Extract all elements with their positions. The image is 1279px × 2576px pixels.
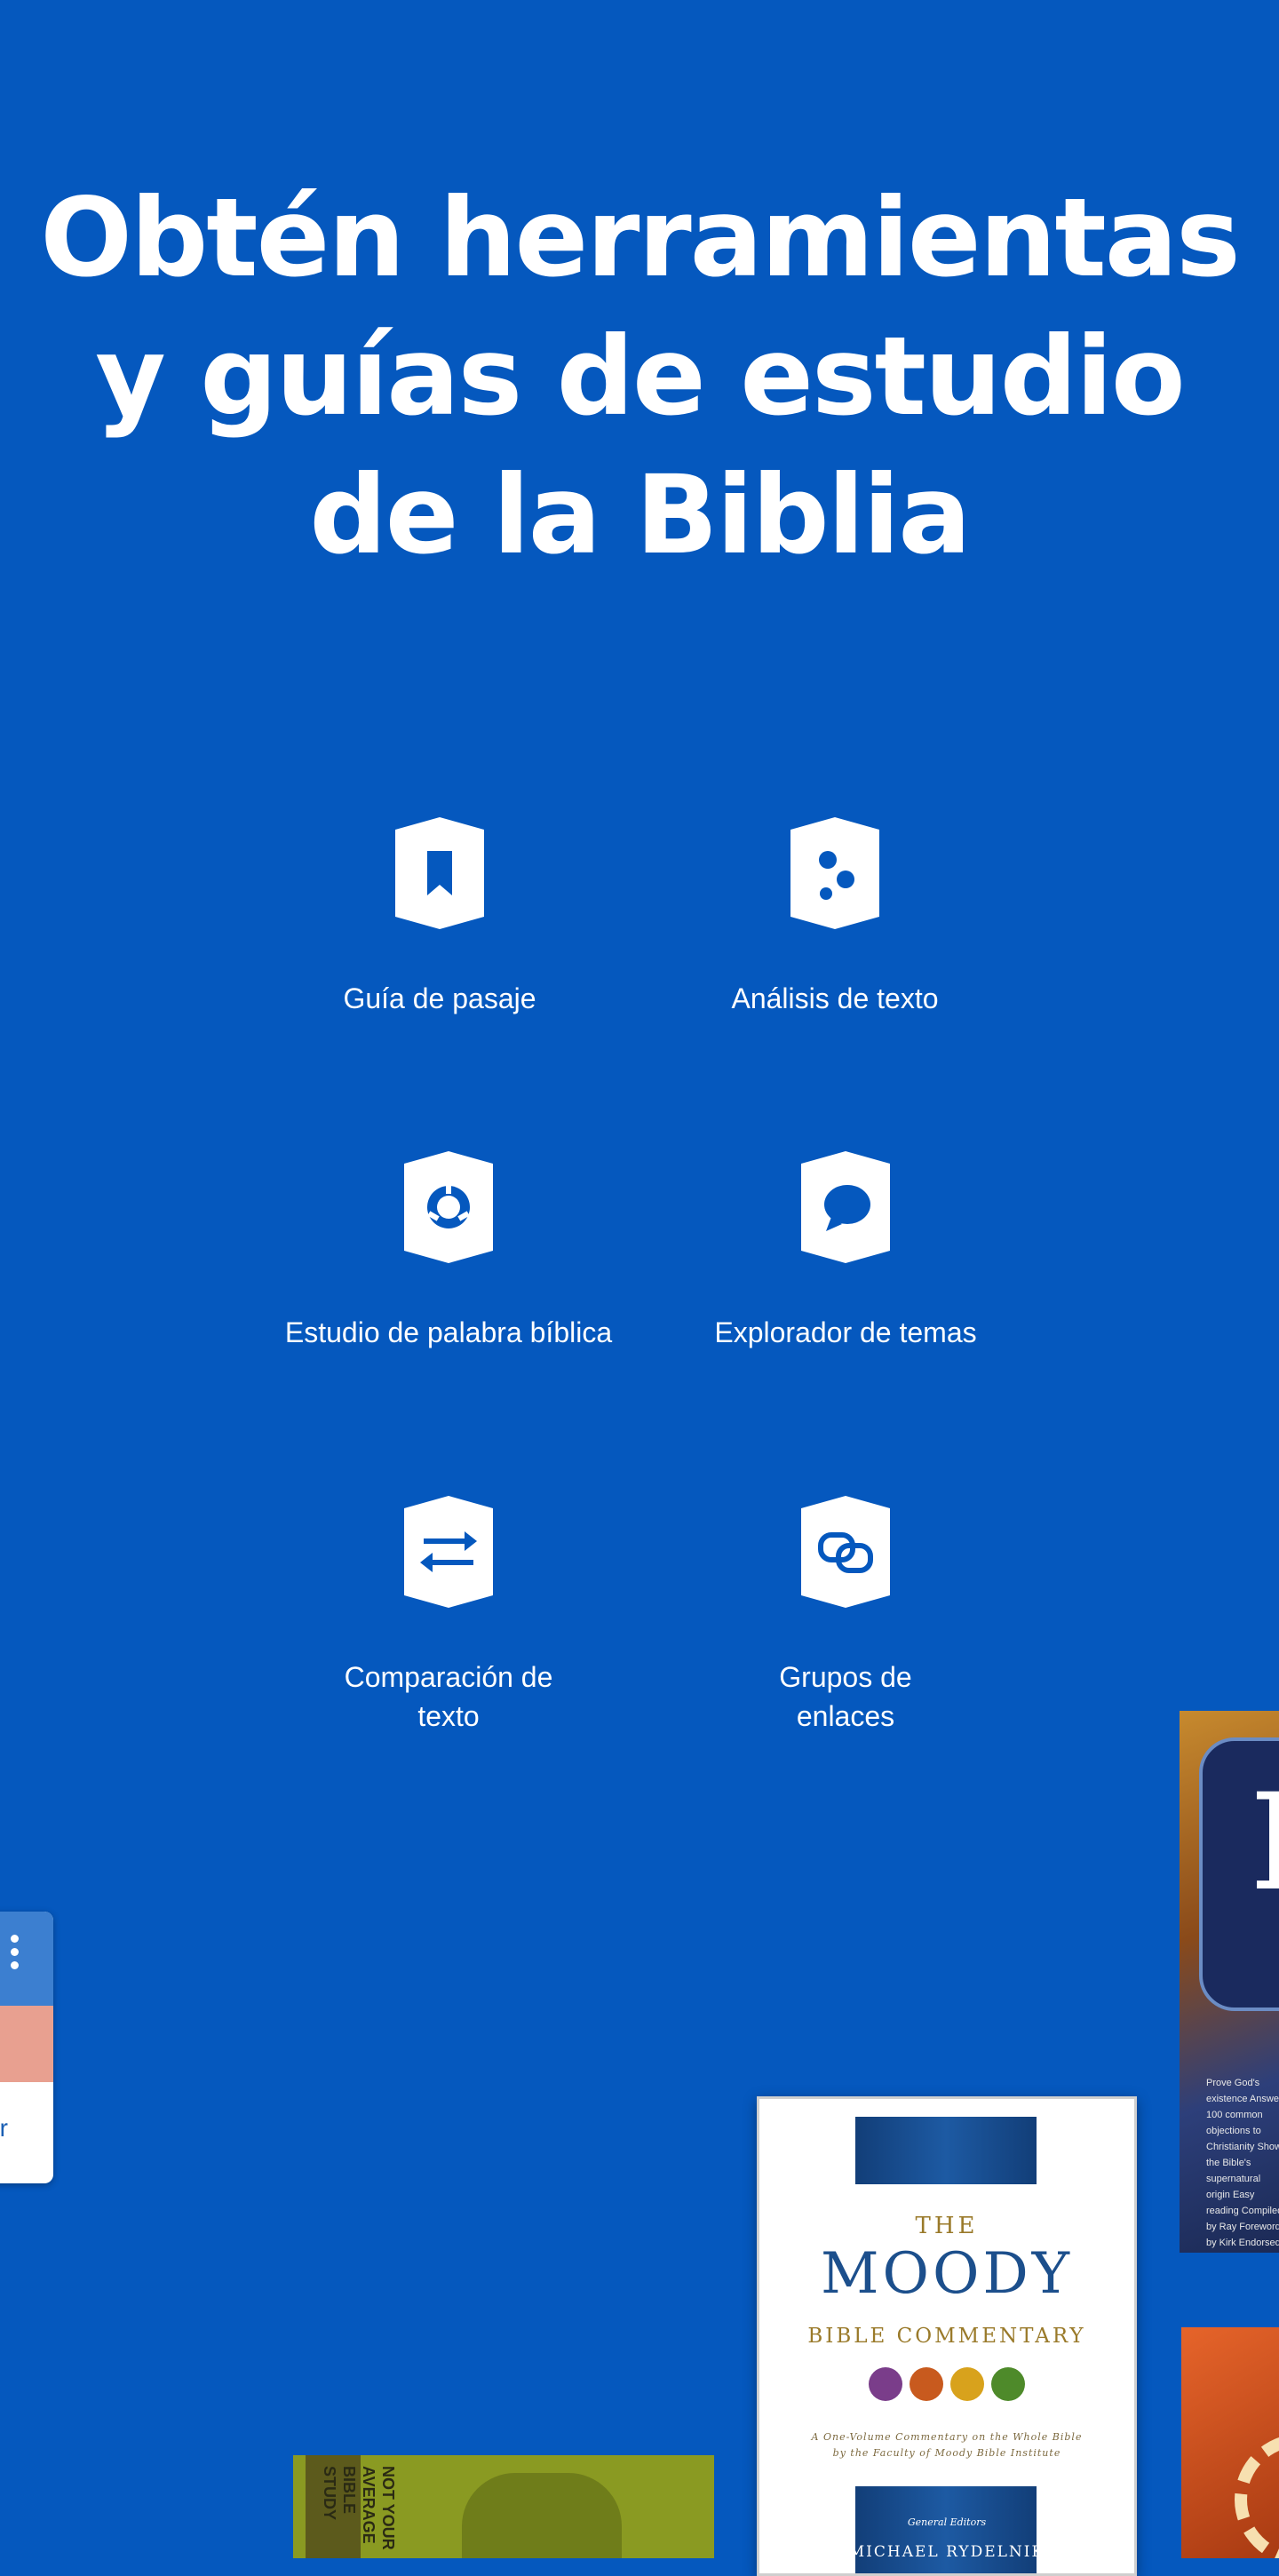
book-cover-orange [1181,2327,1279,2558]
feature-label: Comparación de texto [235,1658,662,1736]
side-card-image [0,2006,53,2082]
headline-line-3: de la Biblia [309,452,971,578]
feature-passage-guide: Guía de pasaje [226,817,653,1018]
feature-label-line-2: texto [417,1700,480,1732]
gear-graphic [1235,2434,1279,2558]
feature-text-analysis: Análisis de texto [622,817,1048,1018]
book-cover-green: NOT YOUR AVERAGE BIBLE STUDY [293,2455,714,2558]
cover-title-letter: E [1251,1764,1279,1920]
cover-bottom-band [855,2486,1037,2573]
feature-label: Guía de pasaje [343,982,536,1014]
link-icon [801,1496,890,1608]
cover-editors-label: General Editors [907,2516,987,2528]
cover-author: MICHAEL RYDELNIK [848,2543,1045,2561]
cover-spine-text: NOT YOUR AVERAGE BIBLE STUDY [321,2466,397,2550]
book-cover-moody-bible-commentary: THE MOODY BIBLE COMMENTARY A One-Volume … [757,2096,1137,2576]
feature-label: Análisis de texto [731,982,939,1014]
cover-tagline-2: by the Faculty of Moody Bible Institute [832,2447,1061,2459]
feature-label-line-1: Comparación de [344,1661,553,1693]
feature-label: Explorador de temas [714,1316,977,1348]
feature-label: Estudio de palabra bíblica [284,1316,613,1348]
cover-blurb: Prove God's existence Answer 100 common … [1206,2078,1279,2248]
cover-medallions [759,2367,1134,2401]
cover-top-band [855,2117,1037,2184]
feature-label-line-2: enlaces [796,1700,895,1732]
feature-bible-word-study: Estudio de palabra bíblica [235,1151,662,1352]
speech-bubble-icon [801,1151,890,1263]
feature-text-comparison: Comparación de texto [235,1496,662,1736]
bookmark-icon [395,817,484,929]
side-card-header [0,1912,53,2006]
ring-icon [404,1151,493,1263]
feature-label-line-1: Grupos de [779,1661,912,1693]
cover-title: MOODY [820,2241,1074,2307]
swap-arrows-icon [404,1496,493,1608]
feature-link-groups: Grupos de enlaces [632,1496,1059,1736]
cover-shape-graphic [462,2473,622,2558]
headline-line-1: Obtén herramientas [40,175,1241,301]
feature-topic-explorer: Explorador de temas [632,1151,1059,1352]
side-card-preview: er [0,1912,53,2183]
cover-tagline-1: A One-Volume Commentary on the Whole Bib… [811,2431,1083,2443]
headline-line-2: y guías de estudio [95,314,1185,440]
kebab-menu-icon [11,1935,19,1969]
cover-subtitle: BIBLE COMMENTARY [807,2325,1086,2348]
feature-label: Grupos de enlaces [632,1658,1059,1736]
dots-icon [790,817,879,929]
side-card-text: er [0,2114,8,2142]
page-headline: Obtén herramientas y guías de estudio de… [0,169,1279,584]
cover-the: THE [915,2213,979,2239]
book-cover-evidence: E Prove God's existence Answer 100 commo… [1180,1711,1279,2253]
